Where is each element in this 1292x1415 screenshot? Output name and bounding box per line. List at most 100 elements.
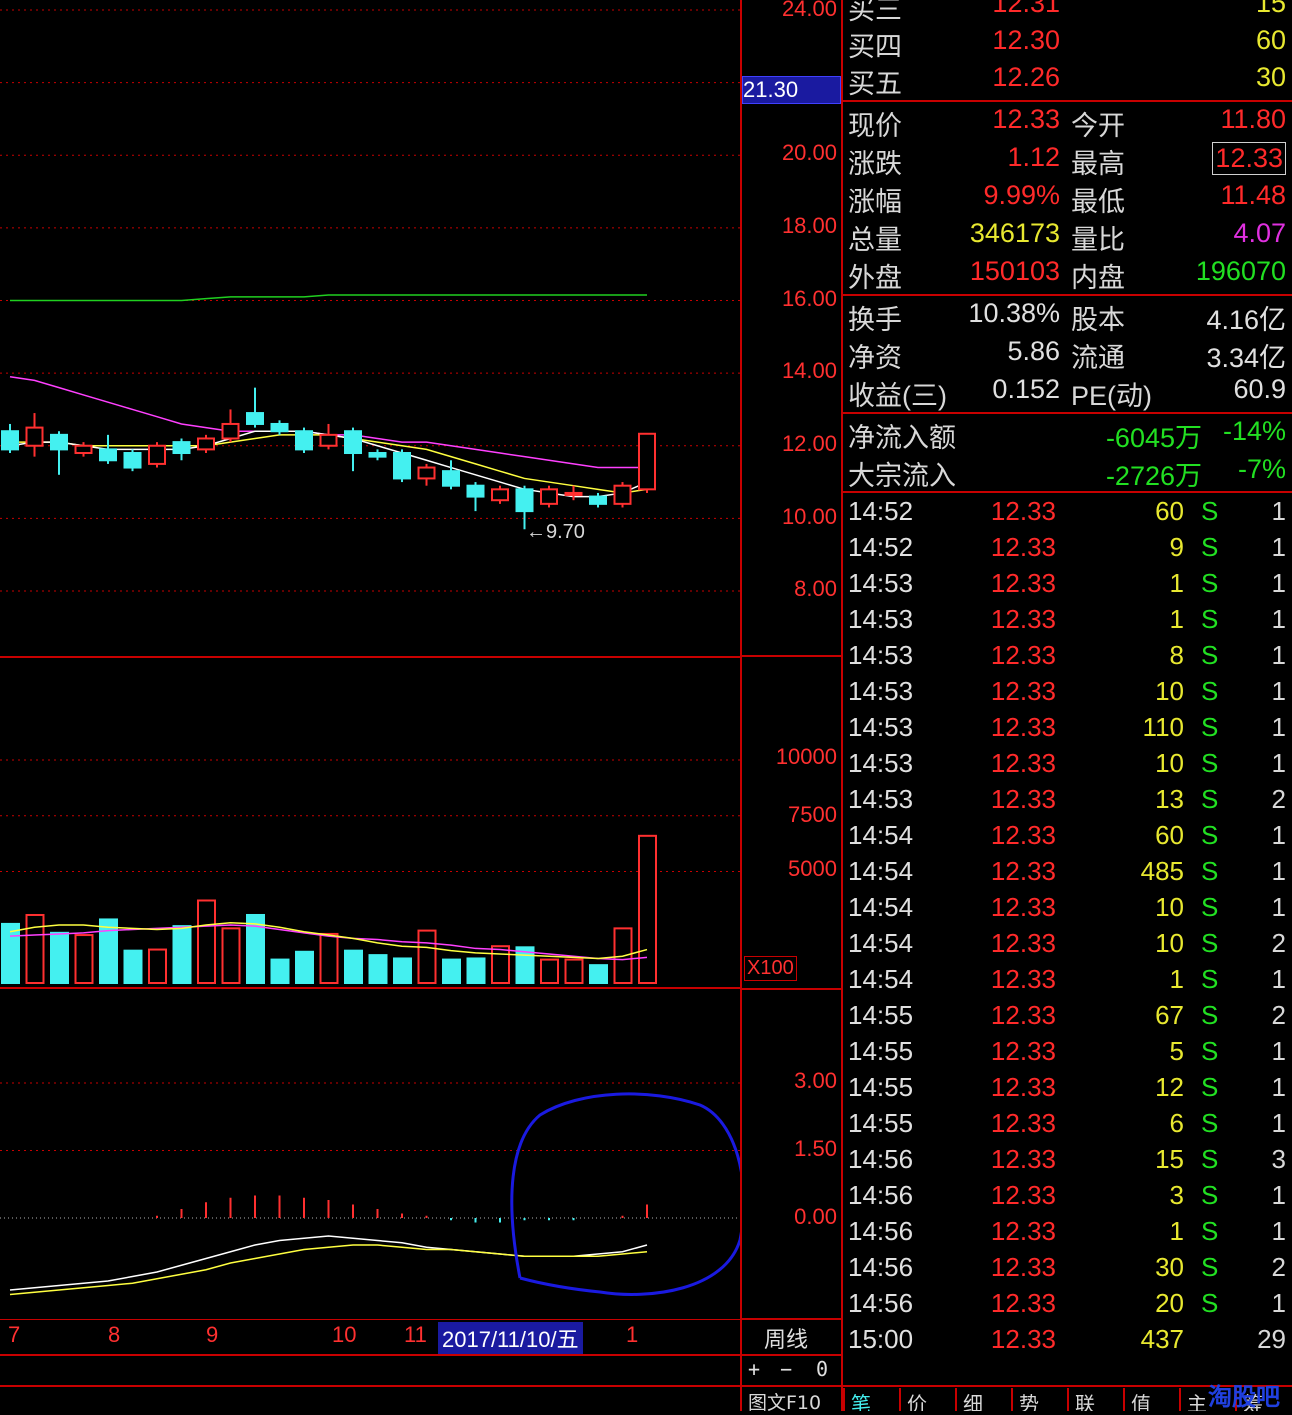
tick-price: 12.33 (990, 532, 1056, 562)
candle-body (123, 452, 142, 469)
tick-volume: 10 (1155, 676, 1184, 706)
volume-bar (638, 834, 657, 984)
current-price-marker: 21.30 (742, 76, 841, 104)
bottom-tab[interactable]: 价 (899, 1388, 955, 1411)
tick-row: 14:55 12.33 67 S 2 (843, 1000, 1292, 1036)
price-tick: 18.00 (781, 213, 837, 238)
tick-count: 1 (1271, 712, 1286, 742)
volume-bar (172, 925, 192, 985)
tick-count: 2 (1271, 928, 1286, 958)
tick-count: 1 (1271, 532, 1286, 562)
macd-tick: 1.50 (794, 1136, 837, 1161)
volume-bar (50, 931, 69, 985)
tick-row: 14:52 12.33 9 S 1 (843, 532, 1292, 568)
hand-drawn-circle-annotation (510, 1092, 746, 1296)
watermark-logo: 淘股吧 (1208, 1383, 1280, 1411)
tick-side: S (1201, 856, 1219, 886)
quote-row: 现价 12.33 今开 11.80 (848, 104, 1286, 141)
tick-volume: 12 (1155, 1072, 1184, 1102)
zoom-in-button[interactable]: + (748, 1357, 760, 1381)
date-label: 1 (626, 1322, 639, 1347)
tick-price: 12.33 (990, 1000, 1056, 1030)
capital-flow-row: 大宗流入 -2726万 -7% (848, 454, 1286, 491)
volume-bar (270, 958, 290, 985)
tick-count: 1 (1271, 1072, 1286, 1102)
macd-dif-line (9, 1235, 648, 1291)
tick-row: 14:54 12.33 485 S 1 (843, 856, 1292, 892)
tick-time: 14:54 (848, 892, 914, 922)
tick-row: 14:56 12.33 1 S 1 (843, 1216, 1292, 1252)
volume-bar (1, 922, 20, 985)
tick-time: 14:54 (848, 964, 914, 994)
tick-time: 14:54 (848, 928, 914, 958)
tick-row: 14:53 12.33 8 S 1 (843, 640, 1292, 676)
tick-volume: 67 (1155, 1000, 1184, 1030)
bottom-tab[interactable]: 值 (1123, 1388, 1179, 1411)
tick-side: S (1201, 1000, 1219, 1030)
capital-flow-row: 净流入额 -6045万 -14% (848, 416, 1286, 453)
tick-count: 1 (1271, 1288, 1286, 1318)
tick-price: 12.33 (990, 1108, 1056, 1138)
tick-side: S (1201, 1252, 1219, 1282)
zoom-reset-button[interactable]: 0 (816, 1357, 828, 1381)
price-tick: 24.00 (781, 0, 837, 21)
low-price-marker: ←9.70 (526, 521, 585, 543)
tick-price: 12.33 (990, 964, 1056, 994)
kline-chart[interactable]: ←9.70 (0, 0, 746, 1321)
tick-time: 14:56 (848, 1288, 914, 1318)
tick-volume: 15 (1155, 1144, 1184, 1174)
candle-body (50, 433, 68, 451)
kline-chart-area[interactable]: ←9.70 (0, 0, 746, 1321)
period-label[interactable]: 周线 (764, 1322, 808, 1354)
bottom-tab[interactable]: 联 (1067, 1388, 1123, 1411)
tick-count: 1 (1271, 496, 1286, 526)
tick-price: 12.33 (990, 1036, 1056, 1066)
volume-bar (123, 949, 143, 984)
tick-count: 1 (1271, 1036, 1286, 1066)
tick-side: S (1201, 1216, 1219, 1246)
tick-count: 1 (1271, 1108, 1286, 1138)
tick-side: S (1201, 1072, 1219, 1102)
bottom-tab[interactable]: 细 (955, 1388, 1011, 1411)
tick-row: 14:56 12.33 30 S 2 (843, 1252, 1292, 1288)
candle-body (417, 466, 436, 480)
zoom-out-button[interactable]: − (780, 1357, 792, 1381)
tick-row: 14:53 12.33 10 S 1 (843, 676, 1292, 712)
bottom-tab[interactable]: 势 (1011, 1388, 1067, 1411)
candle-body (393, 452, 411, 480)
tick-side: S (1201, 964, 1219, 994)
volume-tick: 5000 (788, 856, 837, 881)
candle-body (442, 470, 460, 487)
candle-body (344, 430, 362, 455)
tick-count: 1 (1271, 568, 1286, 598)
candle-body (466, 484, 485, 498)
date-label: 7 (8, 1322, 21, 1347)
tick-time: 14:52 (848, 496, 914, 526)
candle-body (148, 444, 166, 465)
tick-time: 14:53 (848, 784, 914, 814)
tick-row: 14:53 12.33 1 S 1 (843, 604, 1292, 640)
volume-bar (25, 913, 45, 984)
bottom-tab[interactable]: 笔 (843, 1388, 899, 1411)
volume-bar (442, 958, 461, 985)
tick-volume: 1 (1169, 568, 1184, 598)
tick-time: 14:53 (848, 640, 914, 670)
candle-body (564, 491, 583, 496)
volume-bar (344, 949, 363, 984)
tick-count: 1 (1271, 748, 1286, 778)
tick-price: 12.33 (990, 1144, 1056, 1174)
tick-row: 14:53 12.33 1 S 1 (843, 568, 1292, 604)
candle-body (589, 495, 607, 505)
tick-list[interactable]: 14:52 12.33 60 S 1 14:52 12.33 9 S 1 14:53 12.33 1 S 1… (843, 496, 1292, 1366)
tick-price: 12.33 (990, 1216, 1056, 1246)
tick-side: S (1201, 712, 1219, 742)
tick-time: 14:55 (848, 1000, 914, 1030)
tick-time: 14:56 (848, 1252, 914, 1282)
tick-row: 14:53 12.33 10 S 1 (843, 748, 1292, 784)
tick-side: S (1201, 532, 1219, 562)
date-label: 10 (332, 1322, 357, 1347)
tick-count: 1 (1271, 640, 1286, 670)
tick-price: 12.33 (990, 1180, 1056, 1210)
tick-count: 1 (1271, 676, 1286, 706)
selected-date-label: 2017/11/10/五 (438, 1322, 583, 1354)
